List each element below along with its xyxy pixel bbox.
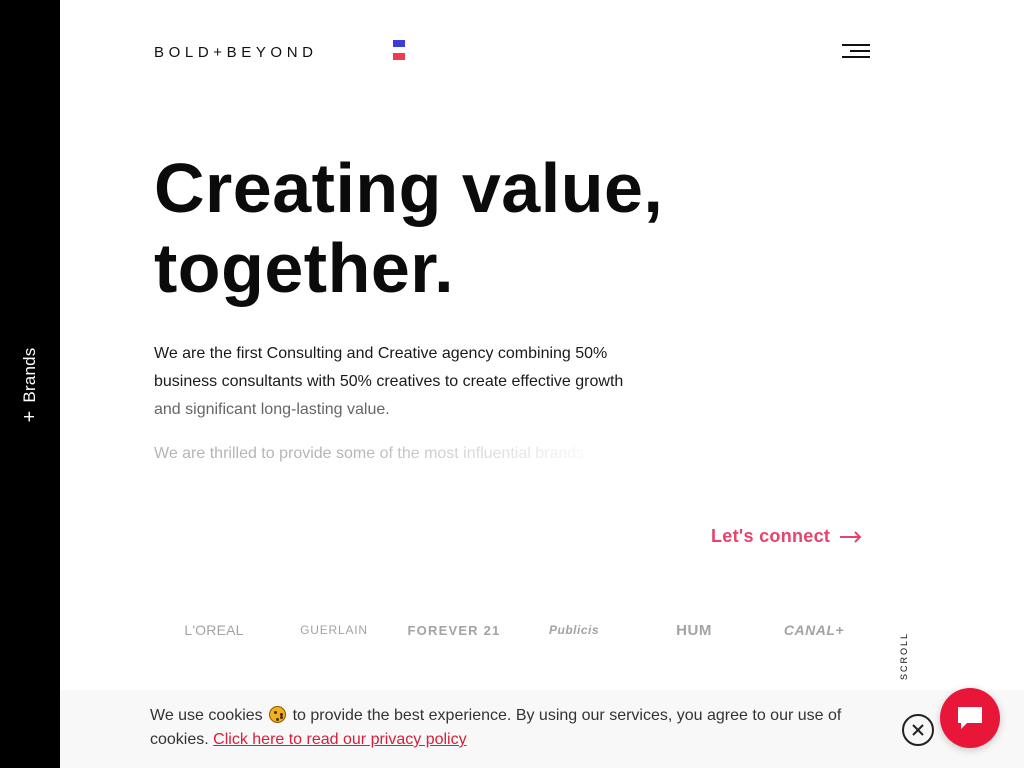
lets-connect-label: Let's connect	[711, 526, 831, 546]
flag-stripe-blue	[393, 40, 405, 47]
language-flag-icon[interactable]	[393, 40, 405, 61]
hero-title-line2: together.	[154, 229, 455, 307]
hero-title-line1: Creating value,	[154, 149, 664, 227]
brand-logo-forever21: FOREVER 21	[407, 622, 501, 638]
flag-stripe-white	[393, 46, 405, 54]
plus-icon: +	[19, 410, 41, 423]
intro-text-part2: and significant long-lasting value.	[154, 401, 390, 418]
brands-sidebar[interactable]: + Brands	[0, 0, 60, 768]
hamburger-menu-icon[interactable]	[842, 44, 870, 60]
privacy-policy-link[interactable]: Click here to read our privacy policy	[213, 731, 466, 748]
lets-connect-button[interactable]: Let's connect	[711, 526, 862, 547]
close-icon	[912, 724, 924, 736]
brands-sidebar-label[interactable]: + Brands	[19, 347, 41, 423]
intro-paragraph-2: We are thrilled to provide some of the m…	[154, 445, 585, 462]
brand-logos: L'OREAL GUERLAIN FOREVER 21 Publicis HUM…	[154, 610, 874, 650]
cookie-text-before: We use cookies	[150, 707, 263, 724]
hero-title: Creating value, together.	[154, 148, 774, 308]
flag-stripe-red	[393, 53, 405, 61]
cookie-close-button[interactable]	[902, 714, 934, 746]
intro-text-part1: We are the first Consulting and Creative…	[154, 345, 624, 390]
menu-line	[842, 44, 870, 46]
brand-logo-hum: HUM	[676, 621, 712, 639]
brand-logo-guerlain: GUERLAIN	[300, 623, 368, 637]
chat-button[interactable]	[940, 688, 1000, 748]
brands-label: Brands	[20, 347, 39, 403]
logo[interactable]: BOLD+BEYOND	[154, 44, 318, 61]
menu-line	[842, 56, 870, 58]
chat-bubble-icon	[958, 707, 982, 729]
brand-logo-canal: CANAL+	[783, 622, 845, 638]
intro-paragraph: We are the first Consulting and Creative…	[154, 340, 634, 424]
arrow-right-icon	[840, 530, 862, 543]
brand-logo-loreal: L'OREAL	[184, 622, 244, 638]
cookie-message: We use cookies to provide the best exper…	[150, 704, 870, 752]
cookie-banner: We use cookies to provide the best exper…	[60, 690, 1024, 768]
menu-line	[850, 50, 870, 52]
brand-logo-publicis: Publicis	[548, 623, 599, 637]
cookie-icon	[269, 706, 287, 723]
scroll-indicator[interactable]: SCROLL	[899, 632, 909, 680]
